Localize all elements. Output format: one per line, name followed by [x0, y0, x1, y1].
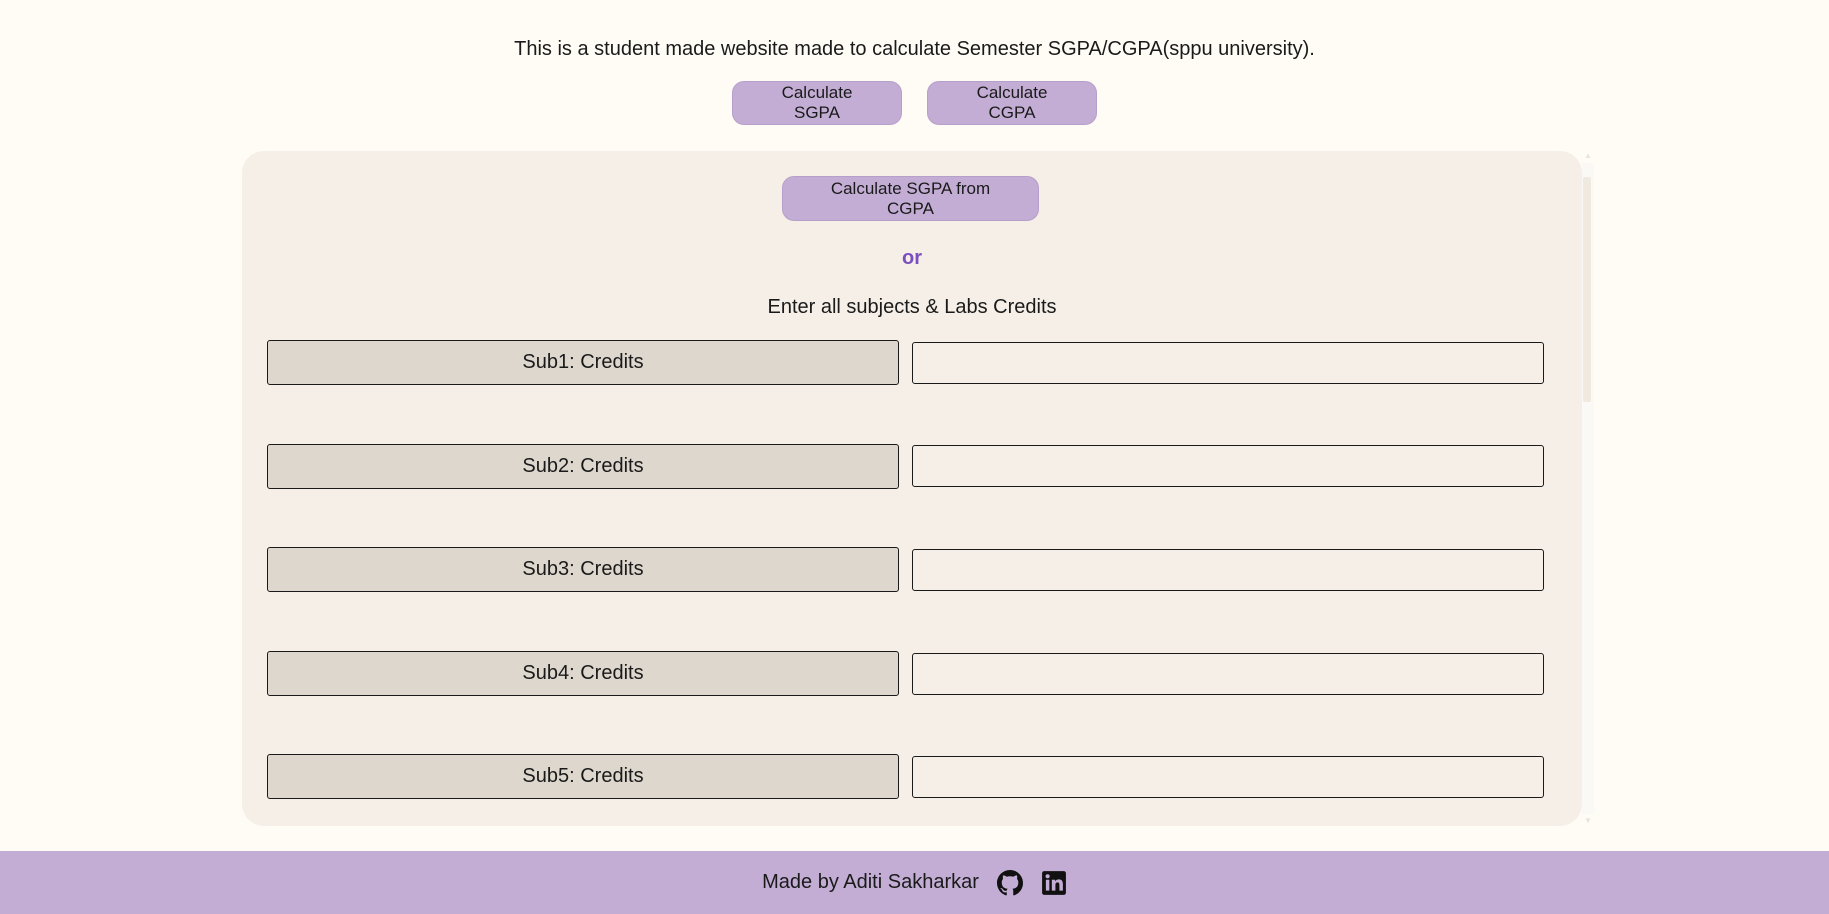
credit-input[interactable]: [912, 549, 1544, 591]
credits-heading: Enter all subjects & Labs Credits: [767, 296, 1057, 318]
top-nav: Calculate SGPA Calculate CGPA: [0, 81, 1829, 125]
or-separator: or: [902, 247, 922, 269]
credit-input[interactable]: [912, 653, 1544, 695]
scroll-up-icon[interactable]: ▲: [1584, 152, 1592, 160]
credit-input[interactable]: [912, 445, 1544, 487]
credit-label: Sub1: Credits: [267, 340, 899, 385]
credit-label: Sub4: Credits: [267, 651, 899, 696]
calculate-cgpa-button[interactable]: Calculate CGPA: [927, 81, 1097, 125]
linkedin-icon[interactable]: [1041, 870, 1067, 896]
credit-label: Sub3: Credits: [267, 547, 899, 592]
github-icon[interactable]: [996, 869, 1023, 896]
footer: Made by Aditi Sakharkar: [0, 851, 1829, 914]
calculate-sgpa-from-cgpa-button[interactable]: Calculate SGPA from CGPA: [782, 176, 1039, 221]
scroll-down-icon[interactable]: ▼: [1584, 817, 1592, 825]
calculate-sgpa-button[interactable]: Calculate SGPA: [732, 81, 902, 125]
credit-label: Sub5: Credits: [267, 754, 899, 799]
intro-text: This is a student made website made to c…: [514, 38, 1315, 60]
credit-input[interactable]: [912, 342, 1544, 384]
footer-credit: Made by Aditi Sakharkar: [762, 871, 979, 893]
scroll-thumb[interactable]: [1583, 177, 1591, 402]
credit-label: Sub2: Credits: [267, 444, 899, 489]
credit-input[interactable]: [912, 756, 1544, 798]
